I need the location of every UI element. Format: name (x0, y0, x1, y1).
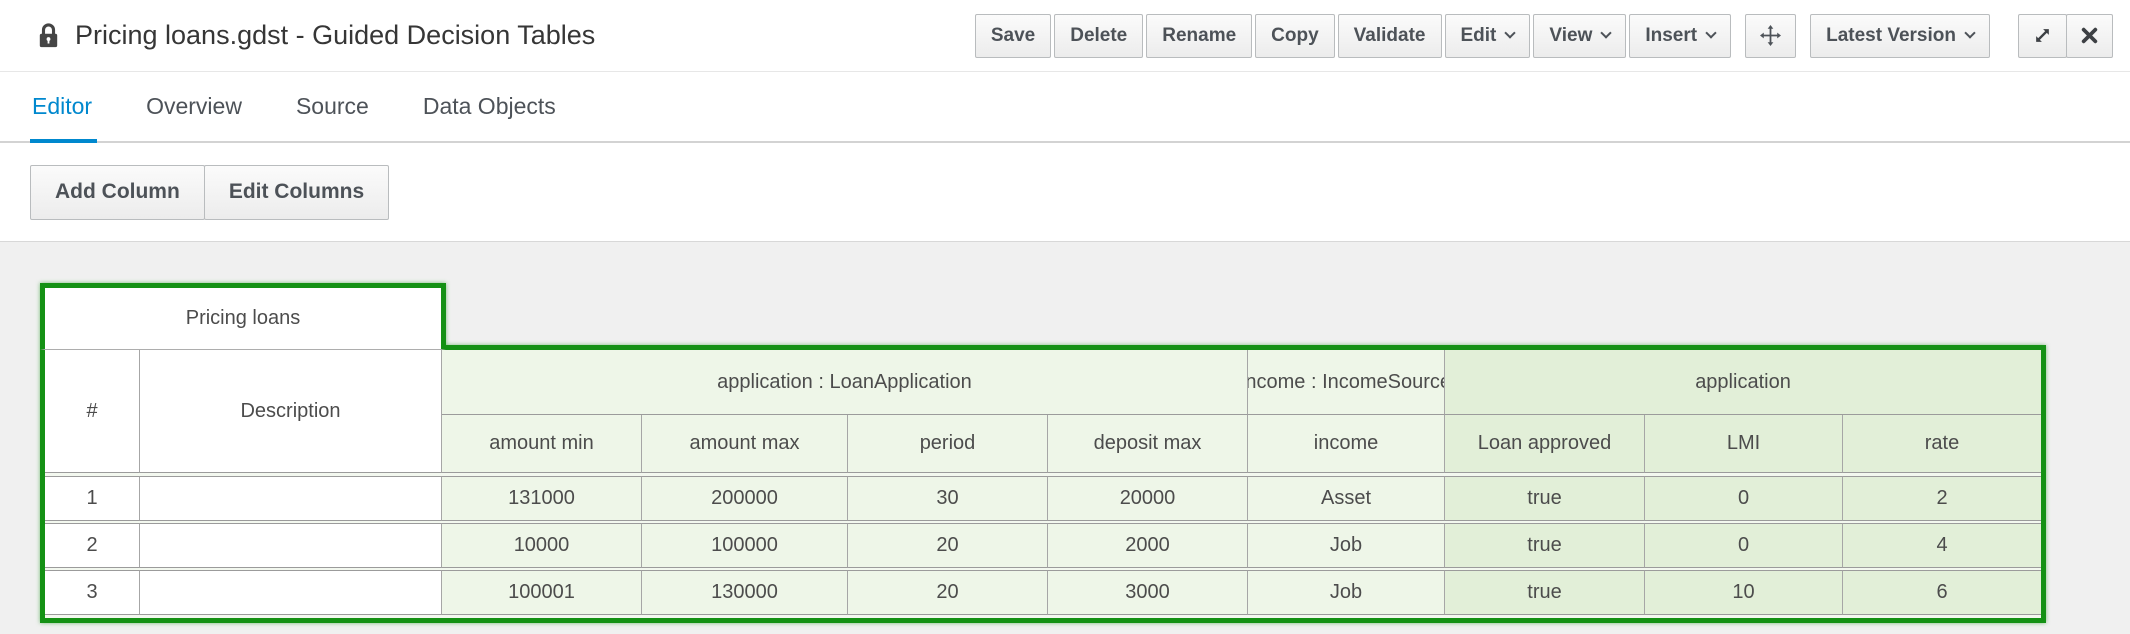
value-cell[interactable]: 4 (1843, 523, 2041, 568)
move-icon (1760, 25, 1781, 46)
value-cell[interactable]: 20000 (1048, 476, 1248, 521)
add-column-button[interactable]: Add Column (30, 165, 205, 220)
decision-table-title-tab[interactable]: Pricing loans (40, 283, 446, 350)
description-cell[interactable] (140, 476, 442, 521)
value-cell[interactable]: 10000 (442, 523, 642, 568)
tab-label: Editor (32, 93, 92, 120)
description-header: Description (140, 350, 442, 473)
value-cell[interactable]: 10 (1645, 570, 1843, 615)
value-cell[interactable]: true (1445, 570, 1645, 615)
value-cell[interactable]: 130000 (642, 570, 848, 615)
value-cell[interactable]: 0 (1645, 523, 1843, 568)
value-cell[interactable]: 3000 (1048, 570, 1248, 615)
tab-source[interactable]: Source (269, 72, 396, 141)
value-cell[interactable]: true (1445, 523, 1645, 568)
description-cell[interactable] (140, 570, 442, 615)
button-label: Add Column (55, 180, 180, 204)
tab-editor[interactable]: Editor (30, 72, 119, 141)
button-label: Insert (1645, 25, 1697, 47)
tab-overview[interactable]: Overview (119, 72, 269, 141)
copy-button[interactable]: Copy (1255, 14, 1335, 58)
validate-button[interactable]: Validate (1338, 14, 1442, 58)
column-action-bar: Add Column Edit Columns (0, 143, 2130, 241)
delete-button[interactable]: Delete (1054, 14, 1143, 58)
toolbar-group (1745, 14, 1796, 58)
column-header-lmi[interactable]: LMI (1645, 415, 1843, 473)
editor-panel: Pricing loans #Descriptionapplication : … (0, 241, 2130, 634)
pattern-group-header[interactable]: application : LoanApplication (442, 350, 1248, 415)
value-cell[interactable]: 100001 (442, 570, 642, 615)
close-icon (2081, 27, 2098, 44)
page-title: Pricing loans.gdst - Guided Decision Tab… (75, 20, 595, 51)
expand-icon (2033, 26, 2052, 45)
chevron-down-icon (1705, 27, 1716, 38)
expand-button[interactable] (2018, 14, 2067, 58)
save-button[interactable]: Save (975, 14, 1051, 58)
tab-bar: Editor Overview Source Data Objects (0, 72, 2130, 143)
column-header-deposit-max[interactable]: deposit max (1048, 415, 1248, 473)
description-cell[interactable] (140, 523, 442, 568)
button-label: Edit (1461, 25, 1497, 47)
button-label: Latest Version (1826, 25, 1956, 47)
tab-label: Source (296, 93, 369, 120)
lock-icon (36, 21, 61, 50)
latest-version-dropdown[interactable]: Latest Version (1810, 14, 1990, 58)
value-cell[interactable]: 30 (848, 476, 1048, 521)
tab-label: Overview (146, 93, 242, 120)
view-dropdown[interactable]: View (1533, 14, 1626, 58)
row-number-cell[interactable]: 3 (45, 570, 140, 615)
button-label: Rename (1162, 25, 1236, 47)
value-cell[interactable]: 200000 (642, 476, 848, 521)
column-header-loan-approved[interactable]: Loan approved (1445, 415, 1645, 473)
value-cell[interactable]: true (1445, 476, 1645, 521)
rename-button[interactable]: Rename (1146, 14, 1252, 58)
button-label: Copy (1271, 25, 1319, 47)
row-number-cell[interactable]: 1 (45, 476, 140, 521)
header-toolbar: Save Delete Rename Copy Validate Edit View Inse… (975, 14, 2113, 58)
value-cell[interactable]: Job (1248, 570, 1445, 615)
title-bar: Pricing loans.gdst - Guided Decision Tab… (0, 0, 2130, 72)
chevron-down-icon (1505, 27, 1516, 38)
column-header-income[interactable]: income (1248, 415, 1445, 473)
pattern-group-header[interactable]: application (1445, 350, 2041, 415)
toolbar-group: Latest Version (1810, 14, 1990, 58)
button-label: Save (991, 25, 1035, 47)
toolbar-group: Save Delete Rename Copy Validate Edit View Inse… (975, 14, 1731, 58)
tab-label: Data Objects (423, 93, 556, 120)
column-header-amount-max[interactable]: amount max (642, 415, 848, 473)
edit-columns-button[interactable]: Edit Columns (204, 165, 389, 220)
decision-table: Pricing loans #Descriptionapplication : … (40, 283, 2046, 623)
value-cell[interactable]: 100000 (642, 523, 848, 568)
button-label: Validate (1354, 25, 1426, 47)
value-cell[interactable]: 2 (1843, 476, 2041, 521)
edit-dropdown[interactable]: Edit (1445, 14, 1531, 58)
value-cell[interactable]: 2000 (1048, 523, 1248, 568)
tab-data-objects[interactable]: Data Objects (396, 72, 583, 141)
value-cell[interactable]: 6 (1843, 570, 2041, 615)
value-cell[interactable]: 131000 (442, 476, 642, 521)
button-label: Delete (1070, 25, 1127, 47)
move-button[interactable] (1745, 14, 1796, 58)
value-cell[interactable]: 20 (848, 570, 1048, 615)
value-cell[interactable]: 0 (1645, 476, 1843, 521)
insert-dropdown[interactable]: Insert (1629, 14, 1731, 58)
decision-table-grid: #Descriptionapplication : LoanApplicatio… (40, 345, 2046, 623)
title-group: Pricing loans.gdst - Guided Decision Tab… (36, 20, 595, 51)
close-button[interactable] (2066, 14, 2113, 58)
row-number-cell[interactable]: 2 (45, 523, 140, 568)
toolbar-group (2018, 14, 2113, 58)
value-cell[interactable]: Job (1248, 523, 1445, 568)
decision-table-title: Pricing loans (186, 307, 301, 330)
pattern-group-header[interactable]: income : IncomeSource (1248, 350, 1445, 415)
row-number-header: # (45, 350, 140, 473)
chevron-down-icon (1601, 27, 1612, 38)
value-cell[interactable]: 20 (848, 523, 1048, 568)
value-cell[interactable]: Asset (1248, 476, 1445, 521)
button-label: View (1549, 25, 1592, 47)
column-header-rate[interactable]: rate (1843, 415, 2041, 473)
chevron-down-icon (1964, 27, 1975, 38)
column-header-amount-min[interactable]: amount min (442, 415, 642, 473)
column-header-period[interactable]: period (848, 415, 1048, 473)
button-label: Edit Columns (229, 180, 364, 204)
